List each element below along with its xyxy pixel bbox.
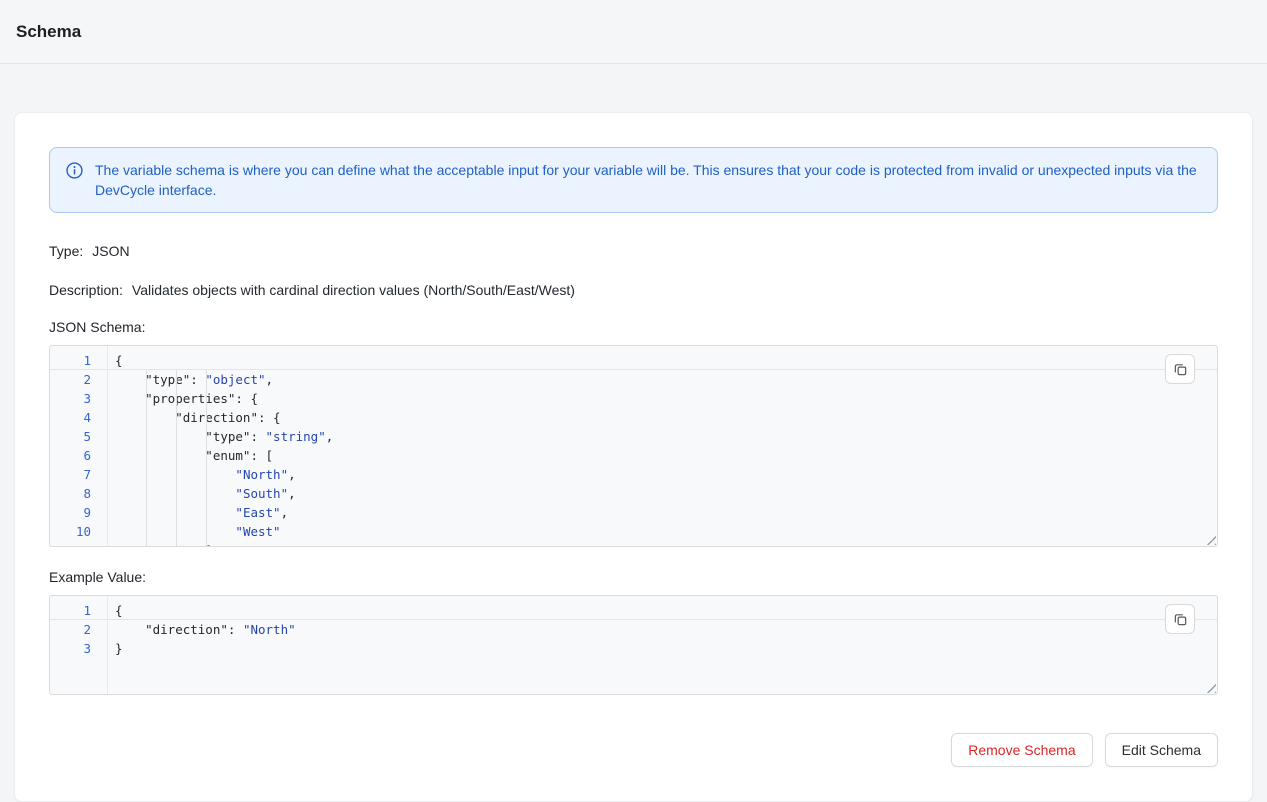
line-number: 5 xyxy=(50,427,107,446)
json-schema-label: JSON Schema: xyxy=(49,319,1218,335)
edit-schema-button[interactable]: Edit Schema xyxy=(1105,733,1218,767)
code-lines: 1{2 "direction": "North"3} xyxy=(50,596,1217,658)
code-line: 3} xyxy=(50,639,1217,658)
type-value: JSON xyxy=(92,243,129,259)
description-value: Validates objects with cardinal directio… xyxy=(132,282,575,298)
action-buttons: Remove Schema Edit Schema xyxy=(49,733,1218,767)
line-number: 10 xyxy=(50,522,107,541)
remove-schema-button[interactable]: Remove Schema xyxy=(951,733,1092,767)
code-line: 6 "enum": [ xyxy=(50,446,1217,465)
copy-button[interactable] xyxy=(1165,604,1195,634)
json-schema-editor[interactable]: 1{2 "type": "object",3 "properties": {4 … xyxy=(49,345,1218,547)
code-line: 3 "properties": { xyxy=(50,389,1217,408)
line-number: 2 xyxy=(50,620,107,639)
code-line: 7 "North", xyxy=(50,465,1217,484)
resize-handle[interactable] xyxy=(1203,680,1216,693)
code-line: 4 "direction": { xyxy=(50,408,1217,427)
description-label: Description: xyxy=(49,282,123,298)
line-number: 2 xyxy=(50,370,107,389)
alert-text: The variable schema is where you can def… xyxy=(95,160,1201,200)
example-value-editor[interactable]: 1{2 "direction": "North"3} xyxy=(49,595,1218,695)
line-number: 6 xyxy=(50,446,107,465)
code-line: 2 "direction": "North" xyxy=(50,620,1217,639)
code-line: 8 "South", xyxy=(50,484,1217,503)
line-number: 4 xyxy=(50,408,107,427)
gutter-divider xyxy=(107,596,108,694)
type-label: Type: xyxy=(49,243,83,259)
page-header: Schema xyxy=(0,0,1267,64)
schema-card: The variable schema is where you can def… xyxy=(14,112,1253,802)
code-line: 1{ xyxy=(50,351,1217,370)
info-alert: The variable schema is where you can def… xyxy=(49,147,1218,213)
code-line: 10 "West" xyxy=(50,522,1217,541)
copy-button[interactable] xyxy=(1165,354,1195,384)
description-field: Description: Validates objects with cardi… xyxy=(49,280,1218,300)
line-number: 3 xyxy=(50,639,107,658)
copy-icon xyxy=(1173,362,1188,377)
code-line: 5 "type": "string", xyxy=(50,427,1217,446)
line-number: 8 xyxy=(50,484,107,503)
line-number: 9 xyxy=(50,503,107,522)
line-number: 1 xyxy=(50,601,107,619)
line-number: 11 xyxy=(50,541,107,547)
info-circle-icon xyxy=(66,162,83,179)
code-line: 1{ xyxy=(50,601,1217,620)
page-title: Schema xyxy=(16,22,81,42)
code-line: 2 "type": "object", xyxy=(50,370,1217,389)
gutter-divider xyxy=(107,346,108,546)
line-number: 7 xyxy=(50,465,107,484)
copy-icon xyxy=(1173,612,1188,627)
line-number: 3 xyxy=(50,389,107,408)
type-field: Type: JSON xyxy=(49,241,1218,261)
code-line: 11 ] xyxy=(50,541,1217,547)
code-lines: 1{2 "type": "object",3 "properties": {4 … xyxy=(50,346,1217,547)
code-line: 9 "East", xyxy=(50,503,1217,522)
line-number: 1 xyxy=(50,351,107,369)
example-value-label: Example Value: xyxy=(49,569,1218,585)
